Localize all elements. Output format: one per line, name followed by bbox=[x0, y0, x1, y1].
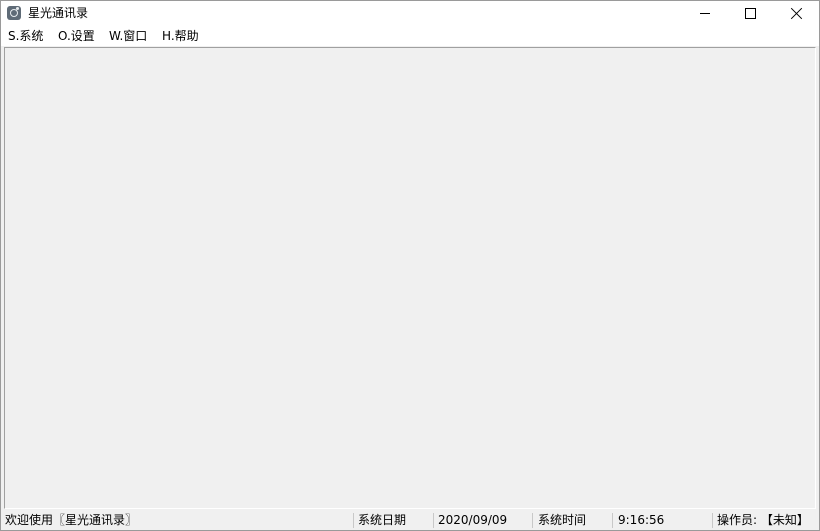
status-divider bbox=[712, 513, 713, 528]
menu-settings[interactable]: O.设置 bbox=[56, 28, 97, 44]
status-date-value: 2020/09/09 bbox=[438, 513, 508, 527]
title-bar[interactable]: 星光通讯录 bbox=[1, 1, 819, 26]
status-time-label: 系统时间 bbox=[538, 513, 587, 527]
window-title: 星光通讯录 bbox=[28, 6, 89, 20]
status-divider bbox=[433, 513, 434, 528]
minimize-icon bbox=[700, 13, 710, 14]
close-button[interactable] bbox=[773, 1, 819, 26]
close-icon bbox=[789, 6, 803, 20]
menu-help[interactable]: H.帮助 bbox=[160, 28, 201, 44]
menu-window[interactable]: W.窗口 bbox=[107, 28, 149, 44]
menu-system[interactable]: S.系统 bbox=[6, 28, 45, 44]
main-window: 星光通讯录 S.系统 O.设置 W.窗口 H.帮助 欢迎使用〖星光通讯录〗 系统… bbox=[0, 0, 820, 531]
maximize-icon bbox=[745, 8, 756, 19]
status-welcome: 欢迎使用〖星光通讯录〗 bbox=[5, 513, 138, 527]
status-bar: 欢迎使用〖星光通讯录〗 系统日期 2020/09/09 系统时间 9:16:56… bbox=[1, 510, 819, 530]
status-operator: 操作员: 【未知】 bbox=[717, 513, 809, 527]
status-date-label: 系统日期 bbox=[358, 513, 407, 527]
maximize-button[interactable] bbox=[728, 1, 774, 26]
minimize-button[interactable] bbox=[682, 1, 728, 26]
status-divider bbox=[532, 513, 533, 528]
status-divider bbox=[353, 513, 354, 528]
status-time-value: 9:16:56 bbox=[618, 513, 665, 527]
menu-bar: S.系统 O.设置 W.窗口 H.帮助 bbox=[1, 26, 819, 46]
mdi-client-area[interactable] bbox=[4, 47, 816, 509]
app-icon[interactable] bbox=[7, 6, 21, 20]
status-divider bbox=[612, 513, 613, 528]
